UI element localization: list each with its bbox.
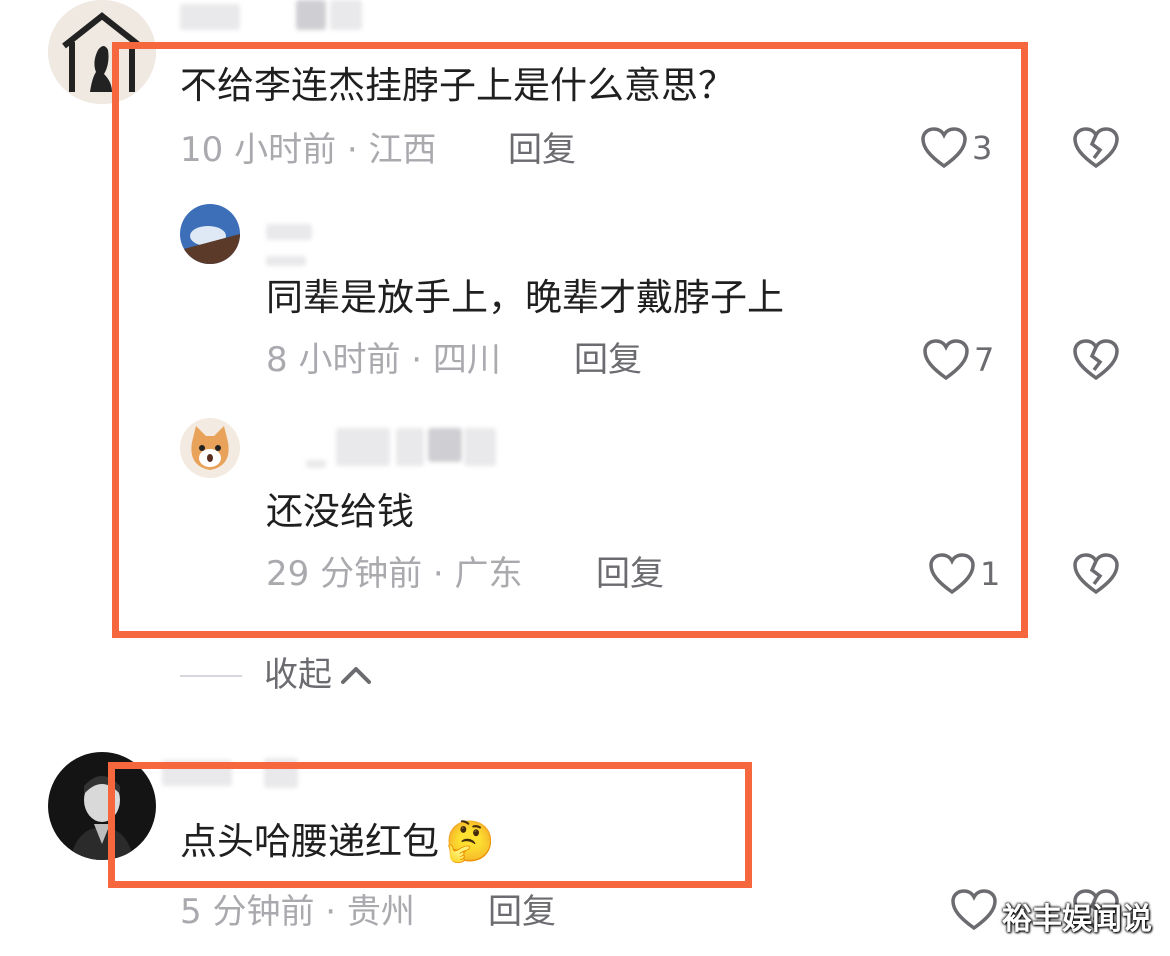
username-redacted	[180, 4, 240, 30]
broken-heart-icon	[1073, 127, 1119, 169]
dislike-button[interactable]	[1072, 126, 1120, 174]
like-button[interactable]	[950, 888, 998, 932]
comment-meta: 5 分钟前 · 贵州	[180, 892, 415, 932]
broken-heart-icon	[1073, 339, 1119, 381]
highlight-box	[108, 762, 752, 888]
highlight-box	[112, 42, 1028, 638]
broken-heart-icon	[1073, 553, 1119, 595]
collapse-label: 收起	[264, 655, 332, 695]
username-redacted	[330, 0, 362, 30]
collapse-button[interactable]: 收起	[264, 655, 374, 695]
watermark: 裕丰娱闻说	[1002, 902, 1152, 937]
chevron-up-icon	[341, 667, 371, 684]
reply-button[interactable]: 回复	[488, 892, 556, 932]
dislike-button[interactable]	[1072, 338, 1120, 386]
username-redacted	[296, 0, 326, 30]
collapse-divider	[180, 675, 242, 677]
heart-outline-icon	[951, 889, 997, 931]
dislike-button[interactable]	[1072, 552, 1120, 600]
